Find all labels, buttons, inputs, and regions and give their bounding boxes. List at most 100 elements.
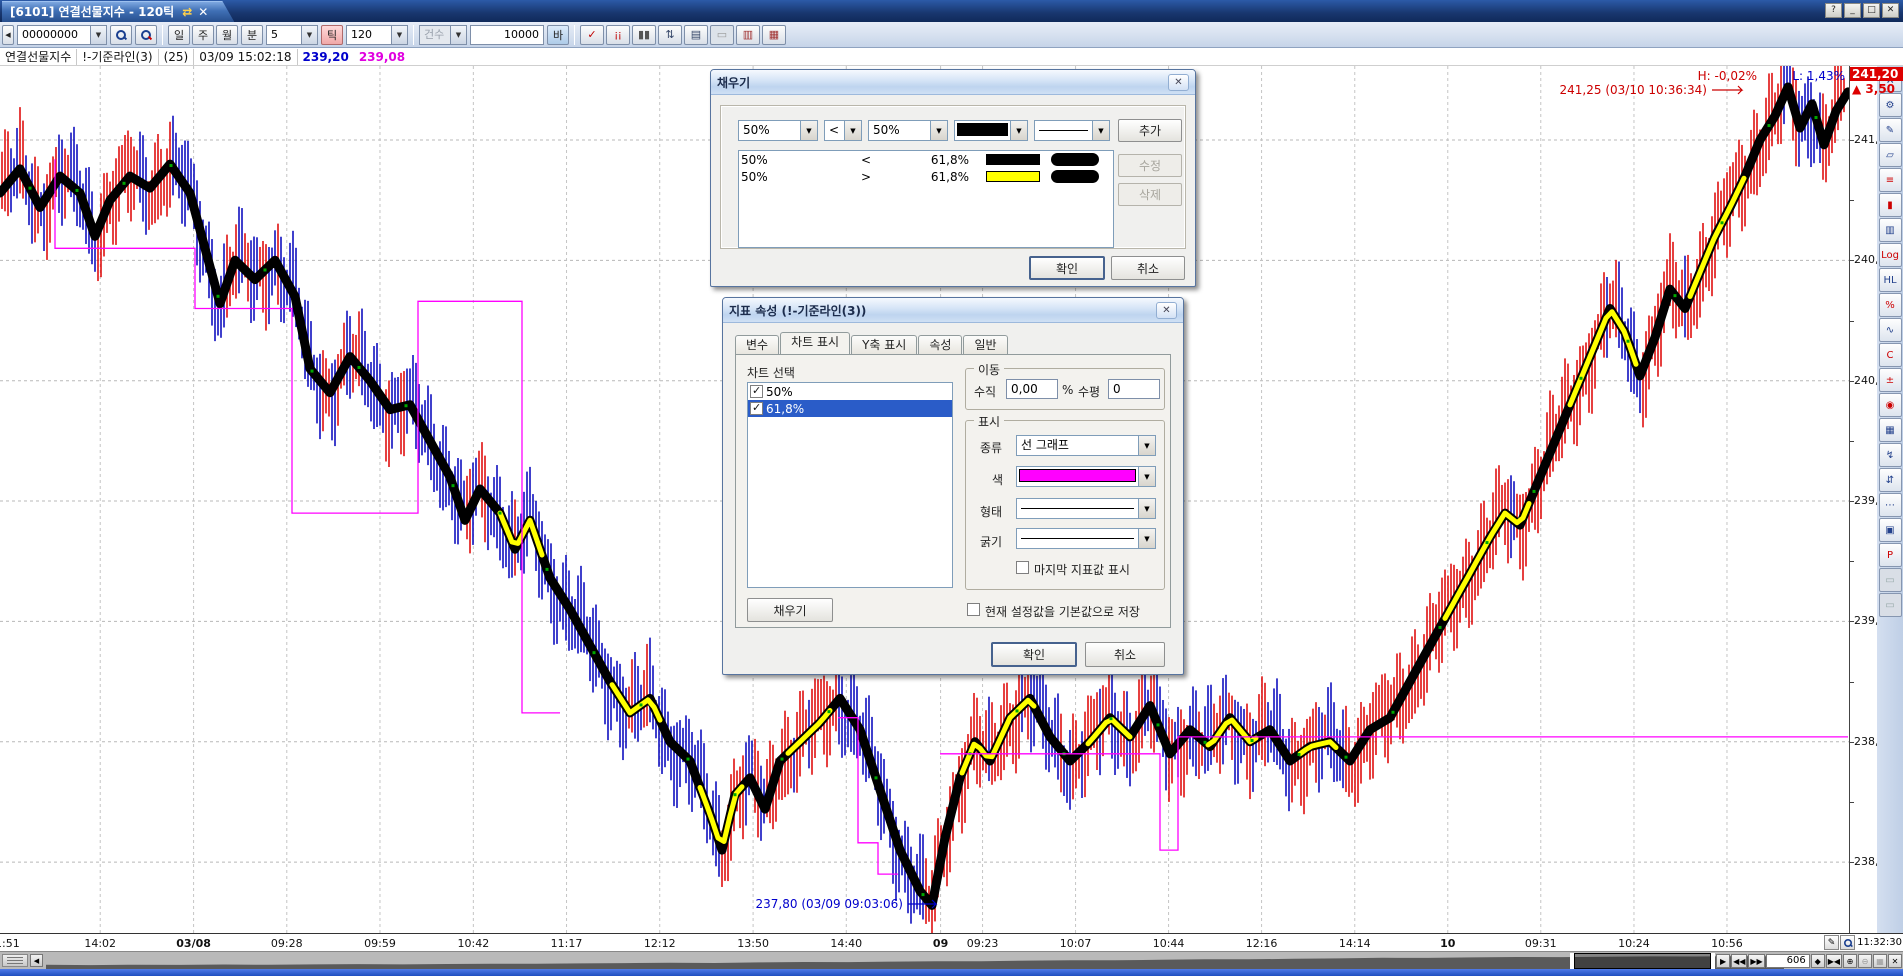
chevron-down-icon[interactable]: ▼ <box>800 121 817 140</box>
props-dialog-titlebar[interactable]: 지표 속성 (!-기준라인(3)) ✕ <box>723 298 1183 323</box>
chart-select-item[interactable]: 61,8% <box>748 400 952 417</box>
percent-chart-icon[interactable]: % <box>1879 293 1902 317</box>
horizontal-input[interactable] <box>1108 379 1160 399</box>
chevron-down-icon[interactable]: ▼ <box>1138 499 1155 518</box>
chart-document-tab[interactable]: [6101] 연결선물지수 - 120틱⇄✕ <box>2 1 234 22</box>
chevron-down-icon[interactable]: ▼ <box>391 26 407 44</box>
line-width-combo[interactable]: ▼ <box>1016 528 1156 549</box>
bar-apply-button[interactable]: 바 <box>547 25 569 45</box>
bar-count-input[interactable] <box>470 25 544 45</box>
tick-value-combo[interactable]: 120 ▼ <box>346 25 408 45</box>
line-color-combo[interactable]: ▼ <box>1016 466 1156 487</box>
line-shape-combo[interactable]: ▼ <box>1016 498 1156 519</box>
minute-mode-button[interactable]: 분 <box>241 25 263 45</box>
tab-일반[interactable]: 일반 <box>963 335 1007 354</box>
tab-변수[interactable]: 변수 <box>735 335 779 354</box>
sort-updown-icon[interactable]: ⇅ <box>658 25 682 45</box>
navigator-view-window[interactable] <box>1570 953 1715 969</box>
fill-operator-combo[interactable]: <▼ <box>824 120 862 141</box>
fill-dialog-titlebar[interactable]: 채우기 ✕ <box>711 70 1195 95</box>
plus-minus-chart-icon[interactable]: ± <box>1879 368 1902 392</box>
chart-select-listbox[interactable]: 50%61,8% <box>747 382 953 588</box>
tab-close-icon[interactable]: ✕ <box>198 2 208 23</box>
symbol-code-combo[interactable]: 00000000 ▼ <box>17 25 107 45</box>
fill-delete-button[interactable]: 삭제 <box>1118 183 1182 206</box>
value-line-chart-icon[interactable]: ∿ <box>1879 318 1902 342</box>
zoom-tool-button[interactable] <box>1840 935 1855 950</box>
fill-color-combo[interactable]: ▼ <box>954 120 1028 141</box>
item-checkbox[interactable] <box>750 385 763 398</box>
graph-type-combo[interactable]: 선 그래프▼ <box>1016 435 1156 456</box>
tab-속성[interactable]: 속성 <box>918 335 962 354</box>
period-button-주[interactable]: 주 <box>192 25 214 45</box>
log-scale-icon[interactable]: Log <box>1879 243 1902 267</box>
chevron-down-icon[interactable]: ▼ <box>301 26 317 44</box>
nav-zoom-in-icon[interactable]: ⊕ <box>1843 954 1857 968</box>
window-button-1[interactable]: _ <box>1844 3 1861 18</box>
grid-table-icon[interactable]: ▦ <box>762 25 786 45</box>
fill-add-button[interactable]: 추가 <box>1118 119 1182 142</box>
fill-left-operand-combo[interactable]: 50%▼ <box>738 120 818 141</box>
navigator-bar-count[interactable]: 606 <box>1766 954 1810 968</box>
candle-chart-icon[interactable]: ▮ <box>1879 193 1902 217</box>
signal-dot-chart-icon[interactable]: ◉ <box>1879 393 1902 417</box>
nav-play-icon[interactable]: ▶ <box>1716 954 1730 968</box>
zigzag-icon[interactable]: ↯ <box>1879 443 1902 467</box>
updown-arrows-icon[interactable]: ⇵ <box>1879 468 1902 492</box>
dotted-grid-icon[interactable]: ⋯ <box>1879 493 1902 517</box>
fill-ok-button[interactable]: 확인 <box>1029 256 1105 280</box>
close-icon[interactable]: ✕ <box>1168 74 1189 91</box>
fill-right-operand-combo[interactable]: 50%▼ <box>868 120 948 141</box>
data-grid-icon[interactable]: ▦ <box>1879 418 1902 442</box>
window-button-2[interactable]: □ <box>1863 3 1880 18</box>
props-cancel-button[interactable]: 취소 <box>1085 642 1165 667</box>
save-default-checkbox[interactable] <box>967 603 980 616</box>
hl-line-chart-icon[interactable]: HL <box>1879 268 1902 292</box>
price-axis[interactable]: 241,00240,50240,00239,50239,00238,50238,… <box>1849 66 1877 933</box>
annotate-pencil-button[interactable]: ✎ <box>1824 935 1839 950</box>
toolbar-collapse-button[interactable]: ◀ <box>2 25 14 45</box>
period-button-일[interactable]: 일 <box>168 25 190 45</box>
page-preview-icon[interactable]: P <box>1879 543 1902 567</box>
navigator-minimap[interactable] <box>46 953 1784 969</box>
chevron-down-icon[interactable]: ▼ <box>1138 467 1155 486</box>
period-button-월[interactable]: 월 <box>216 25 238 45</box>
signal-bars-icon[interactable]: ¡¡ <box>606 25 630 45</box>
flip-window-icon[interactable]: ▱ <box>1879 143 1902 167</box>
new-chart-page-icon[interactable]: ▤ <box>684 25 708 45</box>
last-value-checkbox[interactable] <box>1016 561 1029 574</box>
indicator-tools-icon[interactable]: ⚙ <box>1879 93 1902 117</box>
bar-chart-icon[interactable]: ▥ <box>1879 218 1902 242</box>
time-axis[interactable]: 1:5114:0203/0809:2809:5910:4211:1712:121… <box>0 933 1903 951</box>
nav-rewind-icon[interactable]: ◀◀ <box>1731 954 1747 968</box>
chevron-down-icon[interactable]: ▼ <box>1138 529 1155 548</box>
navigator-grip[interactable] <box>2 954 28 967</box>
chevron-down-icon[interactable]: ▼ <box>930 121 947 140</box>
close-line-chart-icon[interactable]: C <box>1879 343 1902 367</box>
report-doc-icon[interactable]: ▥ <box>736 25 760 45</box>
fill-rules-listbox[interactable]: 50%<61,8%50%>61,8% <box>738 150 1114 248</box>
fill-rule-row[interactable]: 50%>61,8% <box>739 168 1113 185</box>
fill-rule-row[interactable]: 50%<61,8% <box>739 151 1113 168</box>
nav-expand-icon[interactable]: ◆ <box>1811 954 1825 968</box>
chevron-down-icon[interactable]: ▼ <box>90 26 106 44</box>
nav-forward-icon[interactable]: ▶▶ <box>1748 954 1764 968</box>
navigator-left-arrow-button[interactable]: ◀ <box>30 954 43 967</box>
chevron-down-icon[interactable]: ▼ <box>1138 436 1155 455</box>
fill-edit-button[interactable]: 수정 <box>1118 154 1182 177</box>
chevron-down-icon[interactable]: ▼ <box>1010 121 1027 140</box>
fill-cancel-button[interactable]: 취소 <box>1111 256 1185 280</box>
chevron-down-icon[interactable]: ▼ <box>1092 121 1109 140</box>
trendline-check-icon[interactable]: ✓ <box>580 25 604 45</box>
close-icon[interactable]: ✕ <box>1156 302 1177 319</box>
draw-tools-icon[interactable]: ✎ <box>1879 118 1902 142</box>
window-button-0[interactable]: ? <box>1825 3 1842 18</box>
chart-select-item[interactable]: 50% <box>748 383 952 400</box>
minute-value-combo[interactable]: 5 ▼ <box>266 25 318 45</box>
nav-close-icon[interactable]: ✕ <box>1888 954 1902 968</box>
symbol-search-button[interactable] <box>110 25 132 45</box>
text-note-icon[interactable]: ≡ <box>1879 168 1902 192</box>
symbol-search-back-button[interactable] <box>135 25 157 45</box>
window-button-3[interactable]: ✕ <box>1882 3 1899 18</box>
tab-차트 표시[interactable]: 차트 표시 <box>780 332 850 354</box>
